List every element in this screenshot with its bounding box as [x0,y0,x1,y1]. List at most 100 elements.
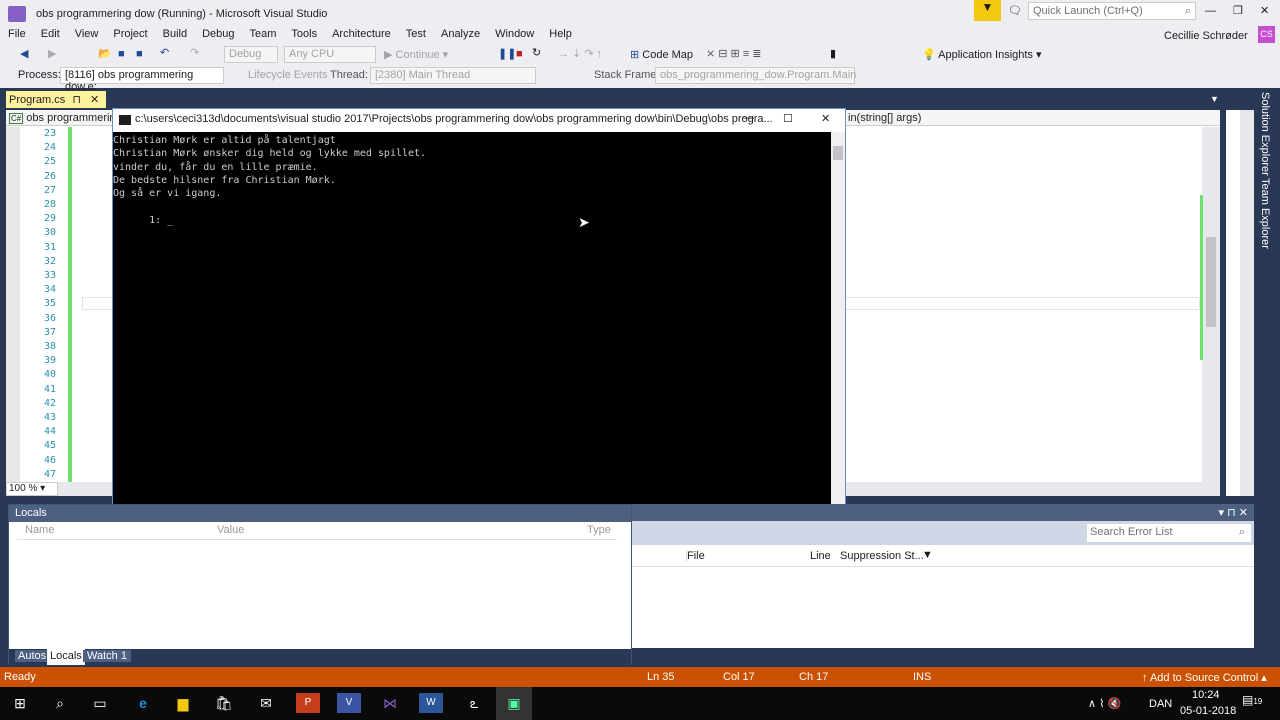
zoom-dropdown[interactable]: 100 % ▾ [6,482,58,496]
clock-date[interactable]: 05-01-2018 [1180,705,1236,717]
tab-overflow-icon[interactable]: ▼ [1210,94,1219,104]
undo-icon[interactable]: ↶ [160,47,169,59]
redo-icon[interactable]: ↷ [190,47,199,59]
save-all-icon[interactable]: ■ [136,48,143,60]
thread-dropdown[interactable]: [2380] Main Thread [370,67,536,84]
column-type[interactable]: Type [587,524,611,536]
tab-locals[interactable]: Locals [47,649,85,665]
project-nav-dropdown[interactable]: C# obs programmering [9,112,122,124]
avatar[interactable]: CS [1258,26,1275,43]
visual-studio-icon[interactable]: ⋈ [378,693,402,713]
visio-icon[interactable]: V [337,693,361,713]
notifications-icon[interactable]: ▤19 [1242,693,1262,707]
menu-build[interactable]: Build [163,28,187,40]
stack-frame-dropdown[interactable]: obs_programmering_dow.Program.Main [655,67,856,84]
close-tab-icon[interactable]: ✕ [90,94,99,106]
save-icon[interactable]: ■ [118,48,125,60]
step-icons[interactable]: → ⇣ ↷ ↑ [558,48,602,60]
application-insights-button[interactable]: 💡 Application Insights ▾ [922,48,1042,61]
menu-window[interactable]: Window [495,28,534,40]
status-insert-mode: INS [913,671,932,683]
back-icon[interactable]: ◀ [20,48,28,60]
console-title-bar: c:\users\ceci313d\documents\visual studi… [113,109,845,132]
console-window[interactable]: c:\users\ceci313d\documents\visual studi… [112,108,846,532]
continue-button[interactable]: ▶ Continue ▾ [384,48,448,61]
feedback-icon[interactable]: 🗨 [1008,4,1022,17]
app-icon[interactable]: ఽ [462,693,486,713]
add-to-source-control-button[interactable]: ↑ Add to Source Control ▴ [1142,671,1267,684]
console-maximize-button[interactable]: ☐ [783,112,793,125]
console-line: Og så er vi igang. [113,188,222,200]
column-line[interactable]: Line [810,550,831,562]
restart-icon[interactable]: ↻ [532,47,541,59]
side-tab-solution-explorer[interactable]: Solution Explorer [1259,92,1271,176]
menu-analyze[interactable]: Analyze [441,28,480,40]
line-number: 41 [43,383,56,395]
tab-autos[interactable]: Autos [15,650,50,662]
user-name[interactable]: Cecillie Schrøder [1164,30,1248,42]
console-close-button[interactable]: ✕ [821,112,830,125]
line-number: 26 [43,170,56,182]
breakpoint-icons[interactable]: ⨯ ⊟ ⊞ ≡ ≣ [706,48,762,60]
tab-watch-1[interactable]: Watch 1 [83,650,131,662]
minimize-button[interactable]: — [1205,5,1216,17]
menu-team[interactable]: Team [250,28,277,40]
task-view-icon[interactable]: ▭ [88,693,112,713]
language-indicator[interactable]: DAN [1149,698,1172,710]
tab-program-cs[interactable]: Program.cs ⊓ ✕ [6,91,106,108]
member-nav-dropdown[interactable]: in(string[] args) [848,112,921,124]
stop-icon[interactable]: ■ [516,48,523,60]
vertical-scrollbar[interactable] [1200,127,1220,482]
edge-icon[interactable]: e [131,693,155,713]
file-explorer-icon[interactable]: ▆ [171,693,195,713]
store-icon[interactable]: 🛍 [212,693,236,713]
close-button[interactable]: ✕ [1260,4,1269,17]
console-scrollbar[interactable] [831,132,845,531]
system-tray-icons[interactable]: ∧ ⌇ 🔇 [1088,697,1121,710]
menu-tools[interactable]: Tools [291,28,317,40]
platform-dropdown[interactable]: Any CPU [284,46,376,63]
bookmark-icon[interactable]: ▮ [830,48,836,60]
console-output[interactable]: Christian Mørk er altid på talentjagt Chr… [113,132,831,531]
menu-project[interactable]: Project [113,28,147,40]
error-list-panel: ▾ ⊓ ✕ Search Error List ⌕ File Line Suppr… [632,504,1254,648]
column-suppression[interactable]: Suppression St... [840,550,924,562]
filter-icon[interactable]: ▼ [922,549,933,561]
forward-icon[interactable]: ▶ [48,48,56,60]
clock-time[interactable]: 10:24 [1192,689,1220,701]
column-file[interactable]: File [686,550,705,562]
mail-icon[interactable]: ✉ [254,693,278,713]
column-name[interactable]: Name [25,524,54,536]
menu-edit[interactable]: Edit [41,28,60,40]
menu-debug[interactable]: Debug [202,28,234,40]
panel-menu-icon[interactable]: ▾ [1219,507,1225,519]
menu-file[interactable]: File [8,28,26,40]
code-map-button[interactable]: ⊞ Code Map [630,48,693,61]
column-value[interactable]: Value [217,524,244,536]
powerpoint-icon[interactable]: P [296,693,320,713]
process-dropdown[interactable]: [8116] obs programmering dow.e: [60,67,224,93]
filter-icon[interactable]: ▼ [974,0,1001,21]
search-icon[interactable]: ⌕ [48,693,72,713]
panel-close-icon[interactable]: ✕ [1239,507,1248,519]
open-icon[interactable]: 📂 [98,48,112,60]
quick-launch-input[interactable]: Quick Launch (Ctrl+Q) ⌕ [1028,2,1196,20]
start-icon[interactable]: ⊞ [8,693,32,713]
menu-test[interactable]: Test [406,28,426,40]
menu-help[interactable]: Help [549,28,572,40]
continue-label: Continue [395,49,440,61]
pause-icon[interactable]: ❚❚ [498,48,516,60]
pin-icon[interactable]: ⊓ [72,94,81,106]
menu-view[interactable]: View [75,28,99,40]
panel-pin-icon[interactable]: ⊓ [1227,507,1236,519]
search-error-list-input[interactable]: Search Error List ⌕ [1087,524,1251,542]
console-minimize-button[interactable]: — [743,112,754,124]
menu-architecture[interactable]: Architecture [332,28,391,40]
restore-button[interactable]: ❐ [1233,4,1243,17]
console-app-icon[interactable]: ▣ [496,687,532,720]
configuration-dropdown[interactable]: Debug [224,46,278,63]
lifecycle-events-button[interactable]: Lifecycle Events [248,69,327,81]
word-icon[interactable]: W [419,693,443,713]
solution-explorer-panel [1226,110,1254,496]
side-tab-team-explorer[interactable]: Team Explorer [1259,178,1271,249]
